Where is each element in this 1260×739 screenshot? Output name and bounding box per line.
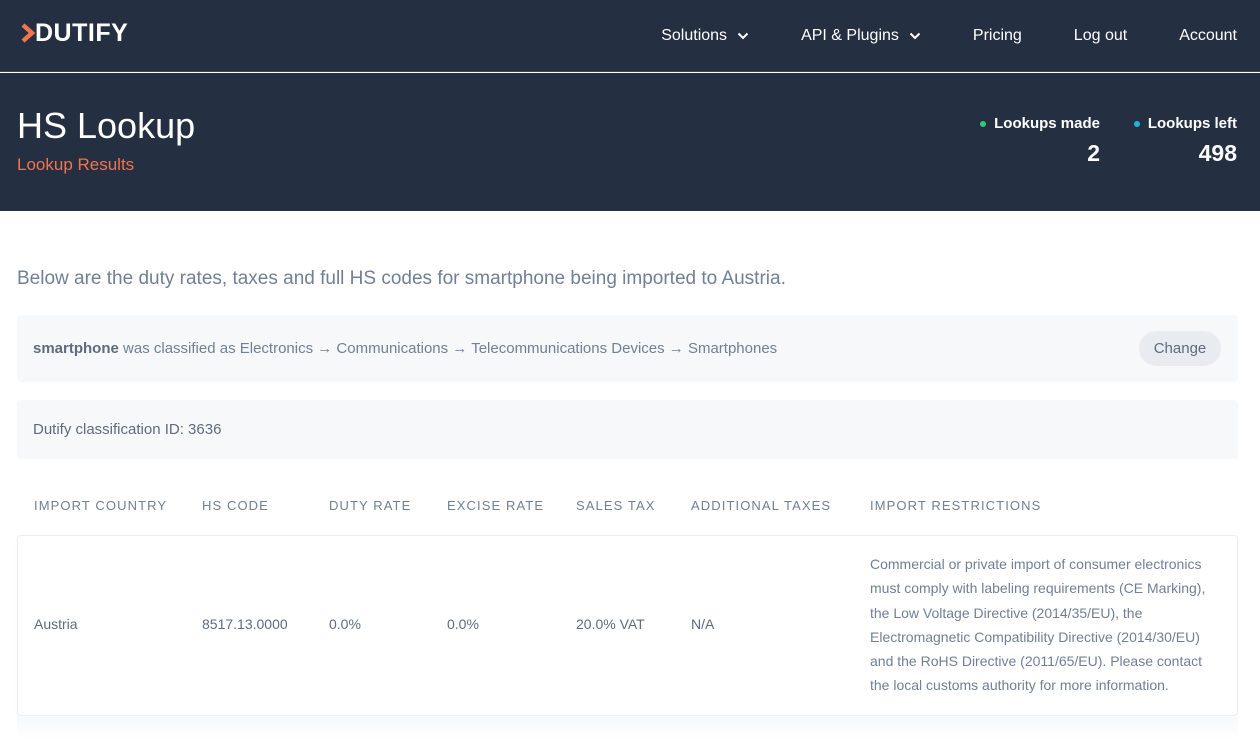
classification-id: Dutify classification ID: 3636 [33, 421, 222, 438]
stat-label: Lookups left [1147, 115, 1237, 132]
page-subtitle: Lookup Results [17, 155, 135, 174]
results-intro: Below are the duty rates, taxes and full… [17, 268, 786, 289]
stat-value: 498 [1198, 140, 1237, 166]
column-header-hs-code: HS Code [202, 498, 269, 513]
status-dot-icon [1133, 120, 1140, 127]
stat-value: 2 [1087, 140, 1100, 166]
nav-api-plugins-label: API & Plugins [801, 27, 899, 44]
cell-additional-taxes: N/A [691, 616, 715, 632]
column-header-additional-taxes: Additional Taxes [691, 498, 832, 513]
nav-pricing[interactable]: Pricing [973, 27, 1022, 45]
cell-import-restrictions: Commercial or private import of consumer… [870, 556, 1206, 694]
stat-lookups-left: Lookups left 498 [1133, 115, 1237, 167]
cell-hs-code: 8517.13.0000 [202, 616, 288, 632]
nav-solutions[interactable]: Solutions [661, 27, 749, 45]
change-button[interactable]: Change [1139, 331, 1221, 366]
logo[interactable]: DUTIFY [20, 18, 129, 47]
next-row-edge [17, 717, 1238, 739]
column-header-duty-rate: Duty Rate [329, 498, 412, 513]
logo-chevron-icon [21, 23, 36, 43]
column-header-import-restrictions: Import Restrictions [870, 498, 1042, 513]
page-header: HS Lookup Lookup Results Lookups made 2 … [0, 73, 1260, 211]
column-header-import-country: Import Country [34, 498, 168, 513]
status-dot-icon [980, 120, 987, 127]
nav-account[interactable]: Account [1179, 27, 1237, 45]
stat-lookups-made: Lookups made 2 [980, 115, 1100, 167]
classification-path: was classified as Electronics → Communic… [118, 340, 778, 357]
cell-import-country: Austria [34, 616, 78, 632]
nav-logout[interactable]: Log out [1074, 27, 1127, 45]
nav-api-plugins[interactable]: API & Plugins [801, 27, 921, 45]
stat-label: Lookups made [994, 115, 1100, 132]
main-nav: Solutions API & Plugins Pricing Log out … [661, 0, 1237, 72]
cell-duty-rate: 0.0% [329, 616, 361, 632]
page-title: HS Lookup [17, 105, 196, 146]
nav-solutions-label: Solutions [661, 27, 728, 44]
logo-text: DUTIFY [35, 18, 129, 47]
classification-text: smartphone was classified as Electronics… [33, 340, 777, 357]
column-header-sales-tax: Sales Tax [576, 498, 656, 513]
product-name: smartphone [33, 340, 119, 357]
classification-id-panel: Dutify classification ID: 3636 [17, 400, 1238, 459]
top-navbar: DUTIFY Solutions API & Plugins Pricing L… [0, 0, 1260, 72]
column-header-excise-rate: Excise Rate [447, 498, 545, 513]
cell-sales-tax: 20.0% VAT [576, 616, 645, 632]
chevron-down-icon [737, 32, 749, 40]
cell-excise-rate: 0.0% [447, 616, 479, 632]
chevron-down-icon [909, 32, 921, 40]
classification-panel: smartphone was classified as Electronics… [17, 315, 1238, 382]
